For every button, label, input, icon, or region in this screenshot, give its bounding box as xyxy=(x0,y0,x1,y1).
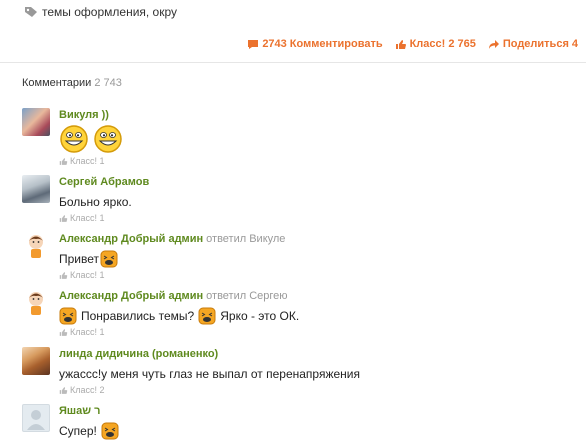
avatar[interactable] xyxy=(22,347,50,375)
comment-button[interactable]: 2743 Комментировать xyxy=(247,38,383,50)
laughing-emoji-icon xyxy=(198,307,216,325)
comment-item: Александр Добрый админ ответил Викуле Пр… xyxy=(22,232,582,282)
comment-likes[interactable]: Класс! 1 xyxy=(59,327,582,337)
comment-likes[interactable]: Класс! 1 xyxy=(59,156,582,166)
comment-item: Викуля )) Класс! 1 xyxy=(22,108,582,166)
comment-item: Александр Добрый админ ответил Сергею По… xyxy=(22,289,582,339)
laughing-emoji-icon xyxy=(101,422,119,440)
comment-text: Больно ярко. xyxy=(59,195,132,209)
avatar[interactable] xyxy=(22,232,50,260)
avatar[interactable] xyxy=(22,175,50,203)
comment-author[interactable]: Яшаר ש xyxy=(59,404,582,418)
comment-text: Понравились темы? Ярко - это ОК. xyxy=(59,307,582,325)
laughing-emoji-icon xyxy=(59,307,77,325)
avatar[interactable] xyxy=(22,108,50,136)
topic-actions: 2743 Комментировать Класс! 2 765 Поделит… xyxy=(247,38,578,50)
default-avatar-icon xyxy=(27,410,45,430)
share-count: 4 xyxy=(571,38,578,50)
comments-header-count: 2 743 xyxy=(94,77,122,89)
comment-author[interactable]: линда дидичина (романенко) xyxy=(59,347,582,361)
thumbs-up-icon xyxy=(59,328,68,336)
share-icon xyxy=(488,39,499,49)
tag-icon xyxy=(25,7,37,17)
comment-text: ужасcс!у меня чуть глаз не выпал от пере… xyxy=(59,367,360,381)
comment-likes[interactable]: Класс! 1 xyxy=(59,270,582,280)
avatar[interactable] xyxy=(22,289,50,317)
thumbs-up-icon xyxy=(59,214,68,222)
comments-count: 2743 xyxy=(262,38,287,50)
comment-author[interactable]: Александр Добрый админ ответил Викуле xyxy=(59,232,582,246)
class-button[interactable]: Класс! 2 765 xyxy=(395,38,476,50)
comment-icon xyxy=(248,39,259,49)
topic-tags-text[interactable]: темы оформления, окру xyxy=(42,5,177,19)
comment-author[interactable]: Сергей Абрамов xyxy=(59,175,582,189)
share-button[interactable]: Поделиться 4 xyxy=(488,38,578,50)
comment-text: Супер! xyxy=(59,422,582,440)
share-label: Поделиться xyxy=(502,38,569,50)
comment-author[interactable]: Викуля )) xyxy=(59,108,582,122)
comments-header: Комментарии 2 743 xyxy=(22,77,122,89)
grin-emoji-icon xyxy=(94,125,122,153)
reply-to: ответил Викуле xyxy=(206,233,286,245)
avatar[interactable] xyxy=(22,404,50,432)
class-count: 2 765 xyxy=(448,38,476,50)
thumbs-up-icon xyxy=(59,271,68,279)
thumbs-up-icon xyxy=(59,386,68,394)
comment-likes[interactable]: Класс! 1 xyxy=(59,213,582,223)
comment-text: Привет xyxy=(59,250,582,268)
comment-label: Комментировать xyxy=(289,38,383,50)
thumbs-up-icon xyxy=(59,157,68,165)
comment-text xyxy=(59,124,582,154)
laughing-emoji-icon xyxy=(100,250,118,268)
topic-tags: темы оформления, окру xyxy=(24,5,177,19)
comment-item: Яшаר ש Супер! xyxy=(22,404,582,444)
comment-likes[interactable]: Класс! 2 xyxy=(59,385,582,395)
comments-header-label: Комментарии xyxy=(22,77,92,89)
cartoon-avatar-icon xyxy=(29,292,43,315)
thumbs-up-icon xyxy=(395,39,406,49)
grin-emoji-icon xyxy=(60,125,88,153)
reply-to: ответил Сергею xyxy=(206,290,288,302)
divider xyxy=(0,62,586,63)
comment-author[interactable]: Александр Добрый админ ответил Сергею xyxy=(59,289,582,303)
comment-item: линда дидичина (романенко) ужасcс!у меня… xyxy=(22,347,582,397)
class-label: Класс! xyxy=(409,38,446,50)
cartoon-avatar-icon xyxy=(29,235,43,258)
comment-item: Сергей Абрамов Больно ярко. Класс! 1 xyxy=(22,175,582,225)
